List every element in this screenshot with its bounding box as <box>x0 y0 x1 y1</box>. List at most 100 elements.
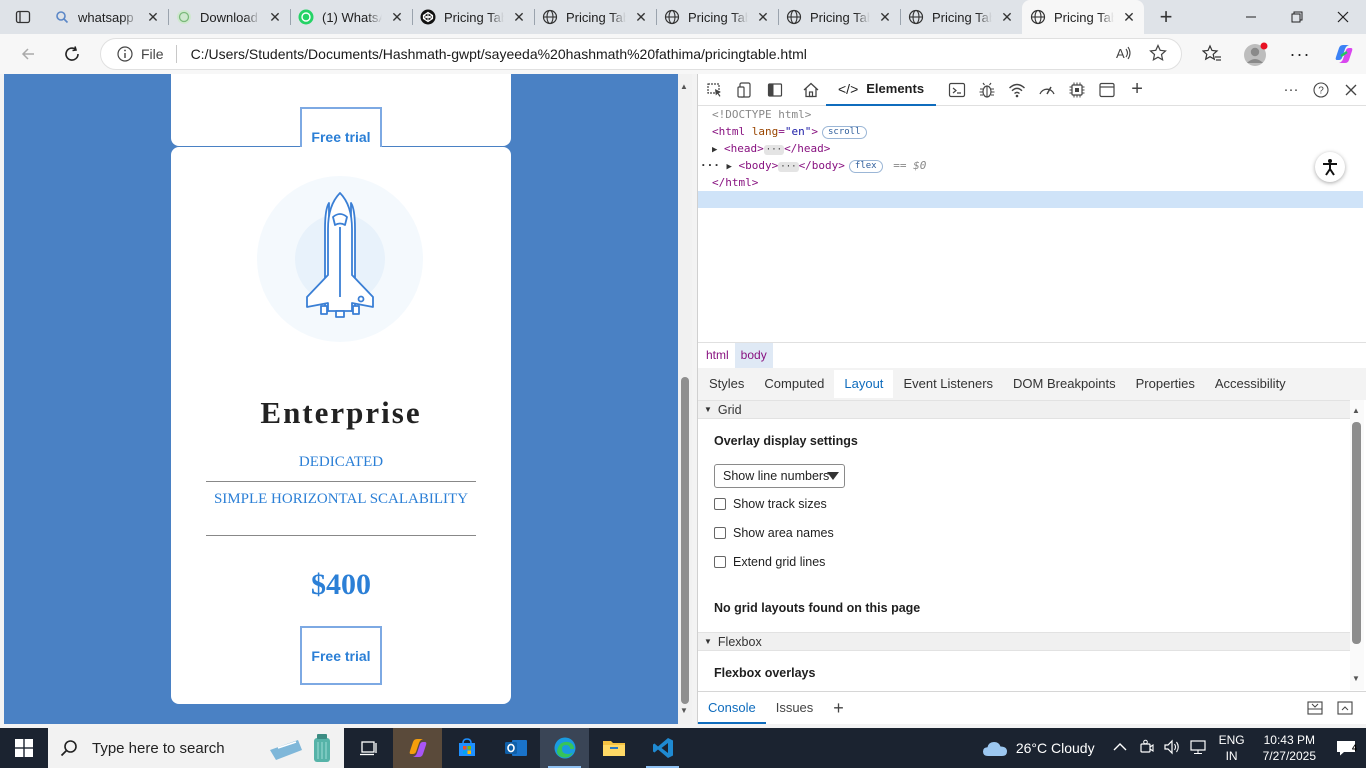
close-tab-button[interactable]: ✕ <box>146 9 160 26</box>
input-language[interactable]: ENG IN <box>1219 732 1245 764</box>
tab-dom-breakpoints[interactable]: DOM Breakpoints <box>1003 370 1126 398</box>
back-button[interactable] <box>6 34 50 74</box>
close-tab-button[interactable]: ✕ <box>634 9 648 26</box>
favorite-star-icon[interactable] <box>1149 44 1167 65</box>
checkbox-show-area-names[interactable]: Show area names <box>714 526 834 540</box>
close-tab-button[interactable]: ✕ <box>390 9 404 26</box>
grid-section-header[interactable]: ▼ Grid <box>698 400 1350 419</box>
inspect-element-button[interactable] <box>700 74 730 106</box>
taskbar-app-copilot[interactable] <box>393 728 442 768</box>
tab-styles[interactable]: Styles <box>699 370 754 398</box>
close-tab-button[interactable]: ✕ <box>512 9 526 26</box>
more-tools-button[interactable]: + <box>1122 74 1152 106</box>
minimize-button[interactable] <box>1228 0 1274 34</box>
taskbar-app-vscode[interactable] <box>638 728 687 768</box>
favorites-button[interactable] <box>1190 34 1234 74</box>
browser-tab[interactable]: Pricing Tabl ✕ <box>534 0 656 34</box>
scroll-down-arrow[interactable]: ▼ <box>680 706 688 715</box>
meet-now-icon[interactable] <box>1137 739 1155 758</box>
tab-console[interactable] <box>942 74 972 106</box>
tab-memory[interactable] <box>1062 74 1092 106</box>
drawer-tab-issues[interactable]: Issues <box>766 692 824 724</box>
dom-doctype[interactable]: <!DOCTYPE html> <box>712 106 811 123</box>
dock-icon[interactable] <box>1307 701 1323 715</box>
page-viewport[interactable]: Free trial Enterprise DEDICATED SIMPLE H… <box>4 74 678 724</box>
free-trial-button[interactable]: Free trial <box>300 626 382 685</box>
scroll-badge[interactable]: scroll <box>822 126 867 139</box>
checkbox-box[interactable] <box>714 556 726 568</box>
close-tab-button[interactable]: ✕ <box>1000 9 1014 26</box>
tab-sources[interactable] <box>972 74 1002 106</box>
devtools-help-button[interactable]: ? <box>1306 74 1336 106</box>
close-window-button[interactable] <box>1320 0 1366 34</box>
checkbox-show-track-sizes[interactable]: Show track sizes <box>714 497 827 511</box>
devtools-more-button[interactable]: ··· <box>1276 74 1306 106</box>
drawer-add-tab[interactable]: + <box>823 692 854 724</box>
tab-event-listeners[interactable]: Event Listeners <box>893 370 1003 398</box>
start-button[interactable] <box>0 728 48 768</box>
new-tab-button[interactable]: + <box>1144 0 1188 34</box>
volume-icon[interactable] <box>1163 739 1181 758</box>
browser-tab-active[interactable]: Pricing Tabl ✕ <box>1022 0 1144 34</box>
copilot-button[interactable] <box>1322 34 1366 74</box>
browser-tab[interactable]: Pricing Tabl ✕ <box>778 0 900 34</box>
site-info-button[interactable]: File <box>117 45 177 63</box>
browser-tab[interactable]: Pricing Tabl ✕ <box>412 0 534 34</box>
browser-tab[interactable]: (1) WhatsAp ✕ <box>290 0 412 34</box>
tab-elements[interactable]: </> Elements <box>826 74 937 106</box>
close-tab-button[interactable]: ✕ <box>268 9 282 26</box>
tab-properties[interactable]: Properties <box>1126 370 1205 398</box>
task-view-button[interactable] <box>344 728 393 768</box>
dom-body-node[interactable]: ··· ▶ <body> ··· </body> flex == $0 <box>700 157 926 174</box>
refresh-button[interactable] <box>50 34 94 74</box>
toggle-sidebar-button[interactable] <box>760 74 790 106</box>
taskbar-search[interactable]: Type here to search <box>48 728 344 768</box>
close-tab-button[interactable]: ✕ <box>756 9 770 26</box>
close-tab-button[interactable]: ✕ <box>878 9 892 26</box>
layout-pane-scrollbar[interactable]: ▲ ▼ <box>1350 400 1364 690</box>
network-icon[interactable] <box>1189 739 1207 758</box>
checkbox-extend-grid-lines[interactable]: Extend grid lines <box>714 555 825 569</box>
tab-network[interactable] <box>1002 74 1032 106</box>
device-emulation-button[interactable] <box>730 74 760 106</box>
checkbox-box[interactable] <box>714 527 726 539</box>
flex-badge[interactable]: flex <box>848 160 883 173</box>
taskbar-app-store[interactable] <box>442 728 491 768</box>
tab-application[interactable] <box>1092 74 1122 106</box>
tab-accessibility[interactable]: Accessibility <box>1205 370 1296 398</box>
address-bar[interactable]: File C:/Users/Students/Documents/Hashmat… <box>100 38 1182 70</box>
page-scrollbar[interactable]: ▲ ▼ <box>678 74 692 724</box>
drawer-tab-console[interactable]: Console <box>698 692 766 724</box>
taskbar-app-file-explorer[interactable] <box>589 728 638 768</box>
browser-tab[interactable]: Pricing Tabl ✕ <box>900 0 1022 34</box>
tab-actions-button[interactable] <box>0 0 46 34</box>
taskbar-app-outlook[interactable] <box>491 728 540 768</box>
tab-performance[interactable] <box>1032 74 1062 106</box>
dom-html-close[interactable]: </html> <box>712 174 758 191</box>
notification-center-button[interactable]: 4 <box>1326 728 1366 768</box>
dom-tree[interactable]: <!DOCTYPE html> <html lang="en"> scroll ▶… <box>698 106 1366 342</box>
devtools-close-button[interactable] <box>1336 74 1366 106</box>
scroll-down-arrow[interactable]: ▼ <box>1352 674 1360 683</box>
browser-tab[interactable]: Download W ✕ <box>168 0 290 34</box>
browser-tab[interactable]: whatsapp - ✕ <box>46 0 168 34</box>
browser-tab[interactable]: Pricing Tabl ✕ <box>656 0 778 34</box>
scroll-up-arrow[interactable]: ▲ <box>680 82 688 91</box>
breadcrumb-body[interactable]: body <box>734 342 773 368</box>
accessibility-button[interactable] <box>1315 152 1345 182</box>
profile-button[interactable] <box>1234 34 1278 74</box>
clock[interactable]: 10:43 PM 7/27/2025 <box>1263 732 1316 764</box>
flexbox-section-header[interactable]: ▼ Flexbox <box>698 632 1350 651</box>
expand-drawer-icon[interactable] <box>1337 701 1353 715</box>
breadcrumb-html[interactable]: html <box>700 343 735 368</box>
tab-computed[interactable]: Computed <box>754 370 834 398</box>
page-scroll-thumb[interactable] <box>681 377 689 704</box>
checkbox-box[interactable] <box>714 498 726 510</box>
taskbar-app-edge[interactable] <box>540 728 589 768</box>
welcome-tab[interactable] <box>796 74 826 106</box>
close-tab-button[interactable]: ✕ <box>1122 9 1136 26</box>
overlay-select[interactable]: Show line numbers <box>714 464 845 488</box>
url-text[interactable]: C:/Users/Students/Documents/Hashmath-gwp… <box>177 46 807 62</box>
weather-widget[interactable]: 26°C Cloudy <box>982 739 1095 757</box>
read-aloud-icon[interactable]: A <box>1115 44 1133 65</box>
